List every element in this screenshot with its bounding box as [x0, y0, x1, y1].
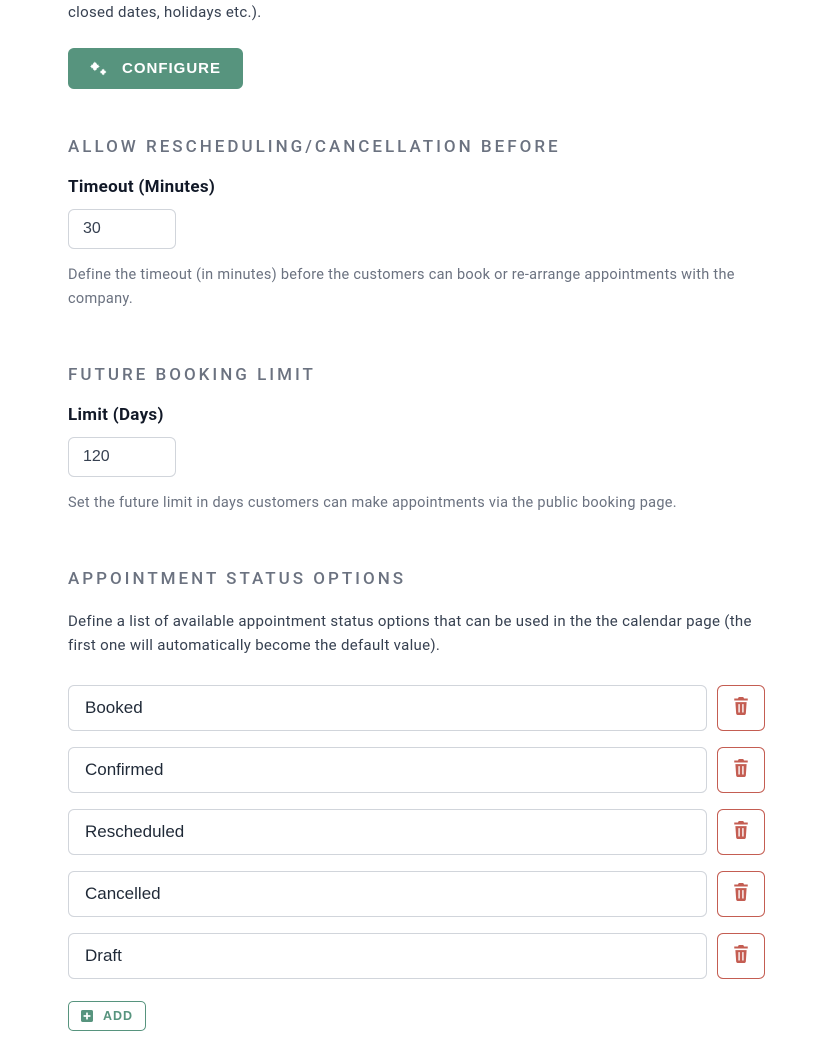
status-row — [68, 871, 765, 917]
timeout-helper: Define the timeout (in minutes) before t… — [68, 263, 765, 311]
status-input[interactable] — [68, 809, 707, 855]
delete-status-button[interactable] — [717, 809, 765, 855]
status-options-heading: APPOINTMENT STATUS OPTIONS — [68, 569, 765, 589]
limit-label: Limit (Days) — [68, 405, 765, 425]
status-input[interactable] — [68, 747, 707, 793]
trash-icon — [733, 697, 749, 718]
intro-text-fragment: closed dates, holidays etc.). — [68, 0, 765, 24]
status-row — [68, 809, 765, 855]
delete-status-button[interactable] — [717, 685, 765, 731]
trash-icon — [733, 759, 749, 780]
trash-icon — [733, 821, 749, 842]
delete-status-button[interactable] — [717, 871, 765, 917]
delete-status-button[interactable] — [717, 933, 765, 979]
configure-button[interactable]: CONFIGURE — [68, 48, 243, 89]
cogs-icon — [90, 61, 108, 77]
timeout-label: Timeout (Minutes) — [68, 177, 765, 197]
status-input[interactable] — [68, 685, 707, 731]
add-status-button[interactable]: ADD — [68, 1001, 146, 1031]
future-limit-heading: FUTURE BOOKING LIMIT — [68, 365, 765, 385]
status-row — [68, 747, 765, 793]
limit-input[interactable] — [68, 437, 176, 477]
limit-helper: Set the future limit in days customers c… — [68, 491, 765, 515]
status-input[interactable] — [68, 933, 707, 979]
status-input[interactable] — [68, 871, 707, 917]
trash-icon — [733, 945, 749, 966]
status-row — [68, 933, 765, 979]
timeout-input[interactable] — [68, 209, 176, 249]
delete-status-button[interactable] — [717, 747, 765, 793]
configure-button-label: CONFIGURE — [122, 60, 221, 77]
add-status-label: ADD — [103, 1009, 133, 1023]
status-options-description: Define a list of available appointment s… — [68, 609, 765, 657]
reschedule-heading: ALLOW RESCHEDULING/CANCELLATION BEFORE — [68, 137, 765, 157]
status-row — [68, 685, 765, 731]
trash-icon — [733, 883, 749, 904]
plus-square-icon — [81, 1010, 93, 1022]
